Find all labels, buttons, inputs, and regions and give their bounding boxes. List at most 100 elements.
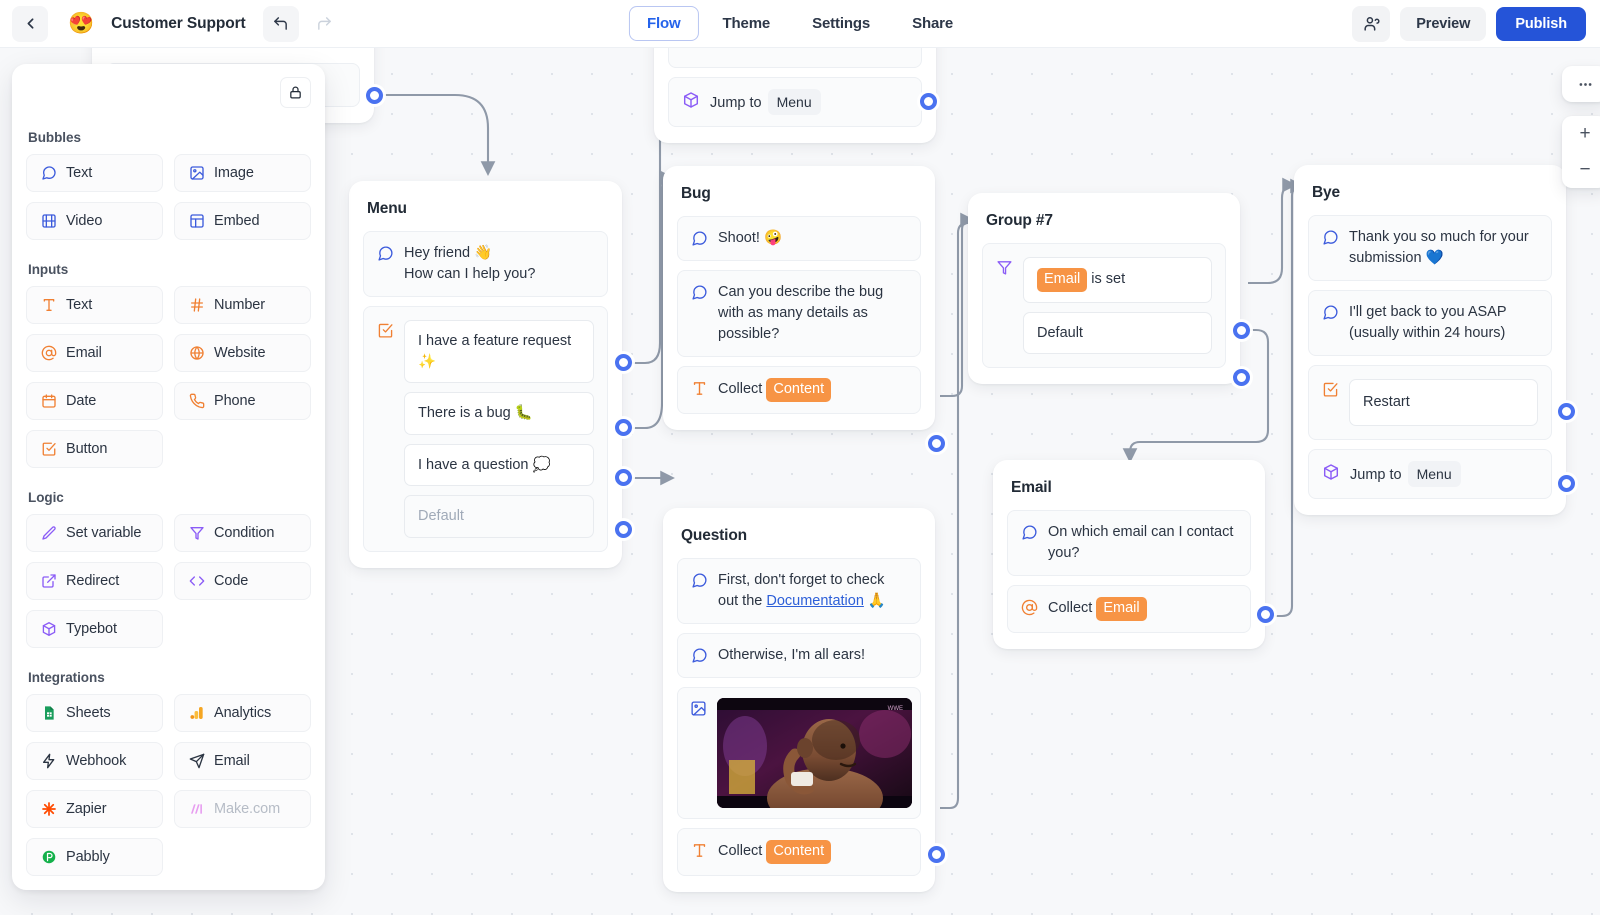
block-button-input[interactable]: Button: [26, 430, 163, 468]
block-analytics[interactable]: Analytics: [174, 694, 311, 732]
group-feature-request[interactable]: Jump to Menu: [654, 48, 936, 144]
collect-variable[interactable]: Content: [766, 840, 832, 865]
tab-theme[interactable]: Theme: [705, 6, 789, 41]
text-block[interactable]: I'll get back to you ASAP (usually withi…: [1308, 290, 1552, 357]
zoom-box: + −: [1562, 116, 1600, 188]
condition-variable[interactable]: Email: [1037, 268, 1088, 292]
publish-button[interactable]: Publish: [1496, 6, 1586, 41]
block-redirect[interactable]: Redirect: [26, 562, 163, 600]
zoom-out-button[interactable]: −: [1562, 152, 1600, 188]
group-7[interactable]: Group #7 Email is set Default: [968, 193, 1240, 385]
text-block[interactable]: Hey friend 👋 How can I help you?: [363, 231, 608, 298]
collect-variable[interactable]: Content: [766, 378, 832, 403]
more-options-button[interactable]: [1562, 66, 1600, 102]
text-block[interactable]: First, don't forget to check out the Doc…: [677, 558, 921, 625]
choice-button[interactable]: Restart: [1349, 379, 1538, 426]
block-phone-input[interactable]: Phone: [174, 382, 311, 420]
bug-text-2: Can you describe the bug with as many de…: [718, 284, 884, 343]
connector-menu-choice-2[interactable]: [615, 419, 632, 436]
group-bug[interactable]: Bug Shoot! 🤪 Can you describe the bug wi…: [663, 166, 935, 431]
collaborators-button[interactable]: [1352, 5, 1391, 42]
redo-button[interactable]: [307, 6, 343, 42]
connector-feature-request-out[interactable]: [920, 93, 937, 110]
image-block[interactable]: WWE: [677, 687, 921, 820]
block-make[interactable]: Make.com: [174, 790, 311, 828]
tab-share[interactable]: Share: [894, 6, 971, 41]
preview-button[interactable]: Preview: [1400, 6, 1487, 41]
choice-button[interactable]: I have a question 💭: [404, 443, 594, 487]
block-number-input[interactable]: Number: [174, 286, 311, 324]
jump-block[interactable]: Jump to Menu: [1308, 448, 1552, 499]
block-code[interactable]: Code: [174, 562, 311, 600]
text-block[interactable]: Otherwise, I'm all ears!: [677, 633, 921, 679]
blocks-sidebar[interactable]: Bubbles Text Image Video Embed Inputs Te…: [12, 64, 325, 890]
lock-sidebar-button[interactable]: [280, 77, 311, 108]
block-email-input[interactable]: Email: [26, 334, 163, 372]
jump-target[interactable]: Menu: [1407, 460, 1461, 487]
block-pabbly[interactable]: Pabbly: [26, 838, 163, 876]
block-typebot[interactable]: Typebot: [26, 610, 163, 648]
text-block[interactable]: Shoot! 🤪: [677, 216, 921, 262]
choice-button[interactable]: There is a bug 🐛: [404, 392, 594, 435]
connector-bug-out[interactable]: [928, 435, 945, 452]
group-bye[interactable]: Bye Thank you so much for your submissio…: [1294, 165, 1566, 515]
buttons-block[interactable]: I have a feature request ✨ There is a bu…: [363, 306, 608, 552]
collect-block[interactable]: Collect Content: [677, 366, 921, 415]
connector-menu-default[interactable]: [615, 521, 632, 538]
tab-flow[interactable]: Flow: [628, 6, 699, 41]
block-embed-bubble[interactable]: Embed: [174, 202, 311, 240]
block-website-input[interactable]: Website: [174, 334, 311, 372]
connector-bye-restart[interactable]: [1558, 403, 1575, 420]
block-condition[interactable]: Condition: [174, 514, 311, 552]
connector-question-out[interactable]: [928, 846, 945, 863]
zoom-in-button[interactable]: +: [1562, 116, 1600, 152]
connector-email-out[interactable]: [1257, 606, 1274, 623]
condition-default[interactable]: Default: [1023, 311, 1212, 355]
block-set-variable[interactable]: Set variable: [26, 514, 163, 552]
block-email-integration[interactable]: Email: [174, 742, 311, 780]
choice-button[interactable]: I have a feature request ✨: [404, 320, 594, 384]
connector-start-out[interactable]: [366, 87, 383, 104]
text-block[interactable]: Can you describe the bug with as many de…: [677, 270, 921, 358]
block-video-bubble[interactable]: Video: [26, 202, 163, 240]
connector-menu-choice-3[interactable]: [615, 469, 632, 486]
block-date-input[interactable]: Date: [26, 382, 163, 420]
collect-variable[interactable]: Email: [1096, 597, 1147, 622]
block-text-input[interactable]: Text: [26, 286, 163, 324]
jump-block[interactable]: Jump to Menu: [668, 77, 922, 128]
block-image-bubble[interactable]: Image: [174, 154, 311, 192]
text-block[interactable]: Thank you so much for your submission 💙: [1308, 215, 1552, 282]
condition-item[interactable]: Email is set: [1023, 257, 1212, 303]
block-zapier[interactable]: Zapier: [26, 790, 163, 828]
group-question[interactable]: Question First, don't forget to check ou…: [663, 508, 935, 893]
collect-block[interactable]: Collect Email: [1007, 585, 1251, 634]
undo-button[interactable]: [262, 5, 299, 42]
back-button[interactable]: [12, 5, 48, 42]
canvas-controls: + −: [1562, 66, 1600, 188]
group-menu[interactable]: Menu Hey friend 👋 How can I help you? I …: [349, 181, 622, 568]
layout-icon: [190, 214, 204, 228]
condition-block[interactable]: Email is set Default: [982, 243, 1226, 369]
block-sheets[interactable]: Sheets: [26, 694, 163, 732]
connector-menu-choice-1[interactable]: [615, 354, 632, 371]
block-label: Sheets: [66, 705, 111, 721]
text-block[interactable]: On which email can I contact you?: [1007, 510, 1251, 577]
collect-block[interactable]: Collect Content: [677, 828, 921, 877]
at-sign-icon: [41, 345, 57, 361]
tab-settings[interactable]: Settings: [794, 6, 888, 41]
box-icon: [683, 92, 699, 108]
connector-group7-default[interactable]: [1233, 369, 1250, 386]
connector-group7-branch[interactable]: [1233, 322, 1250, 339]
section-title-logic: Logic: [28, 490, 64, 505]
block-label: Condition: [214, 525, 275, 541]
jump-target[interactable]: Menu: [767, 89, 821, 116]
buttons-block[interactable]: Restart: [1308, 365, 1552, 440]
text-block[interactable]: [668, 48, 922, 68]
block-webhook[interactable]: Webhook: [26, 742, 163, 780]
connector-bye-jump[interactable]: [1558, 475, 1575, 492]
documentation-link[interactable]: Documentation: [766, 593, 864, 609]
choice-default[interactable]: Default: [404, 495, 594, 538]
image-preview[interactable]: WWE: [717, 698, 912, 809]
group-email[interactable]: Email On which email can I contact you? …: [993, 460, 1265, 650]
block-text-bubble[interactable]: Text: [26, 154, 163, 192]
